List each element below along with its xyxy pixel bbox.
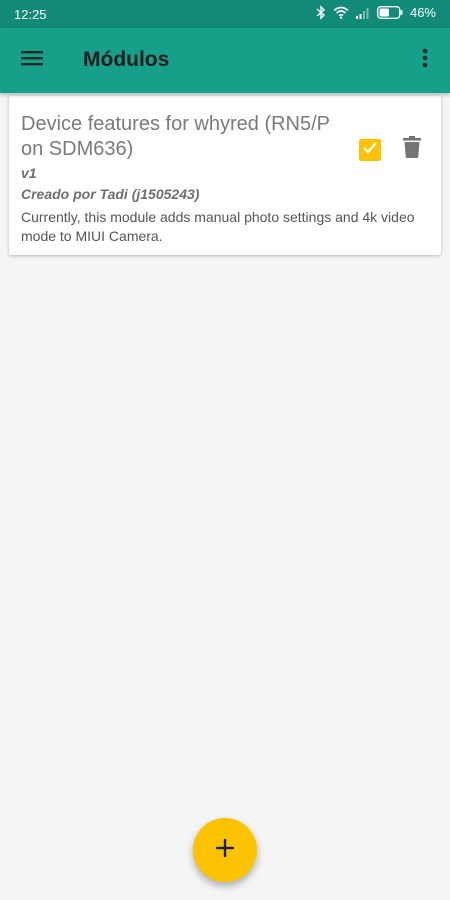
module-enable-checkbox[interactable] — [359, 139, 381, 161]
signal-icon — [355, 7, 370, 19]
status-icons: 46% — [316, 5, 436, 20]
status-time: 12:25 — [14, 7, 47, 22]
battery-icon — [377, 6, 403, 19]
app-bar: Módulos — [0, 28, 450, 93]
bluetooth-icon — [316, 5, 326, 20]
page-title: Módulos — [83, 48, 170, 71]
app-screen: 12:25 46% Módulos Device features for wh… — [0, 0, 450, 900]
module-list: Device features for whyred (RN5/P on SDM… — [0, 93, 450, 900]
plus-icon — [216, 838, 234, 862]
menu-button[interactable] — [12, 40, 52, 80]
add-module-button[interactable] — [193, 818, 257, 882]
more-vert-icon — [422, 48, 428, 73]
module-description: Currently, this module adds manual photo… — [21, 209, 415, 244]
module-card[interactable]: Device features for whyred (RN5/P on SDM… — [9, 96, 441, 255]
wifi-icon — [333, 6, 349, 19]
check-icon — [362, 141, 378, 160]
module-title: Device features for whyred (RN5/P on SDM… — [21, 113, 330, 160]
hamburger-menu-icon — [21, 50, 43, 71]
trash-icon — [403, 135, 421, 163]
overflow-menu-button[interactable] — [408, 40, 442, 80]
module-version: v1 — [21, 165, 37, 181]
status-bar: 12:25 46% — [0, 0, 450, 28]
module-delete-button[interactable] — [399, 134, 425, 164]
module-author: Creado por Tadi (j1505243) — [21, 186, 200, 202]
battery-percent: 46% — [409, 5, 436, 20]
